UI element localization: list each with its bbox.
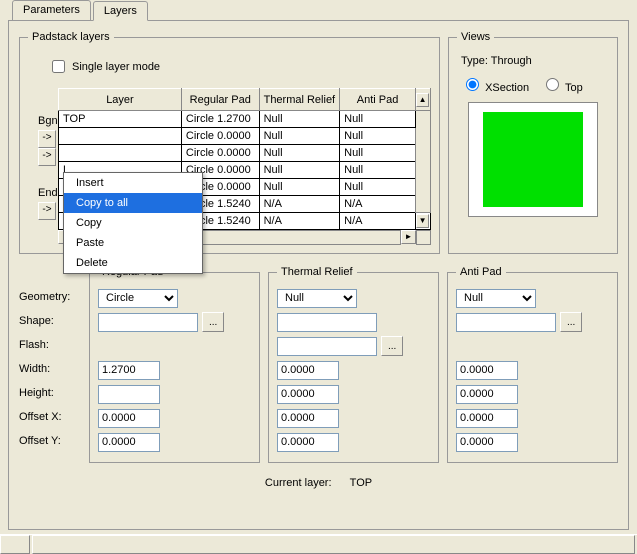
context-menu: Insert Copy to all Copy Paste Delete — [63, 172, 203, 274]
menu-paste[interactable]: Paste — [64, 233, 202, 253]
tab-layers[interactable]: Layers — [93, 1, 148, 21]
end-label: End — [38, 184, 58, 202]
vscroll-up[interactable]: ▲ — [416, 89, 431, 111]
type-value: Through — [491, 55, 532, 67]
col-header-anti[interactable]: Anti Pad — [340, 89, 416, 111]
statusbar — [0, 534, 637, 554]
regular-offy-input[interactable] — [98, 433, 160, 452]
padstack-layers-group: Padstack layers Single layer mode Bgn ->… — [19, 31, 440, 254]
table-row[interactable]: TOPCircle 1.2700NullNull — [59, 111, 431, 128]
xsection-radio[interactable] — [466, 78, 479, 91]
padstack-layers-legend: Padstack layers — [28, 31, 114, 43]
preview-box — [468, 102, 598, 217]
type-label: Type: — [461, 55, 488, 67]
layers-panel: Padstack layers Single layer mode Bgn ->… — [8, 20, 629, 530]
anti-geometry-select[interactable]: Null — [456, 289, 536, 308]
bgn-label: Bgn — [38, 112, 58, 130]
single-layer-mode-label: Single layer mode — [72, 61, 160, 73]
vscroll-track[interactable] — [416, 111, 431, 213]
thermal-relief-legend: Thermal Relief — [277, 266, 357, 278]
anti-shape-browse[interactable]: ... — [560, 312, 582, 332]
thermal-offy-input[interactable] — [277, 433, 339, 452]
menu-copy-to-all[interactable]: Copy to all — [64, 193, 202, 213]
vscroll-down[interactable]: ▼ — [416, 213, 431, 230]
views-legend: Views — [457, 31, 494, 43]
anti-pad-legend: Anti Pad — [456, 266, 506, 278]
col-header-regular[interactable]: Regular Pad — [181, 89, 259, 111]
anti-pad-group: Anti Pad Null ... — [447, 266, 618, 463]
top-radio[interactable] — [546, 78, 559, 91]
thermal-relief-group: Thermal Relief Null ... — [268, 266, 439, 463]
hscroll-right[interactable]: ► — [401, 230, 416, 244]
col-header-thermal[interactable]: Thermal Relief — [259, 89, 340, 111]
regular-shape-input[interactable] — [98, 313, 198, 332]
anti-shape-input[interactable] — [456, 313, 556, 332]
regular-offx-input[interactable] — [98, 409, 160, 428]
field-labels: Geometry: Shape: Flash: Width: Height: O… — [19, 266, 81, 463]
regular-height-input[interactable] — [98, 385, 160, 404]
regular-geometry-select[interactable]: Circle — [98, 289, 178, 308]
table-row[interactable]: Circle 0.0000NullNull — [59, 128, 431, 145]
menu-insert[interactable]: Insert — [64, 173, 202, 193]
thermal-offx-input[interactable] — [277, 409, 339, 428]
menu-delete[interactable]: Delete — [64, 253, 202, 273]
row-nav-button-2[interactable]: -> — [38, 148, 56, 166]
top-label: Top — [565, 82, 583, 94]
thermal-geometry-select[interactable]: Null — [277, 289, 357, 308]
xsection-label: XSection — [485, 82, 529, 94]
tab-parameters[interactable]: Parameters — [12, 0, 91, 20]
thermal-shape-input[interactable] — [277, 313, 377, 332]
thermal-width-input[interactable] — [277, 361, 339, 380]
regular-width-input[interactable] — [98, 361, 160, 380]
statusbar-cell — [0, 535, 30, 554]
row-nav-button-1[interactable]: -> — [38, 130, 56, 148]
regular-shape-browse[interactable]: ... — [202, 312, 224, 332]
views-group: Views Type: Through XSection Top — [448, 31, 618, 254]
col-header-layer[interactable]: Layer — [59, 89, 182, 111]
menu-copy[interactable]: Copy — [64, 213, 202, 233]
thermal-flash-browse[interactable]: ... — [381, 336, 403, 356]
scroll-corner — [416, 230, 431, 245]
single-layer-mode-checkbox[interactable] — [52, 60, 65, 73]
row-nav-button-3[interactable]: -> — [38, 202, 56, 220]
thermal-height-input[interactable] — [277, 385, 339, 404]
anti-height-input[interactable] — [456, 385, 518, 404]
regular-pad-group: Regular Pad Circle ... — [89, 266, 260, 463]
preview-shape — [483, 112, 583, 207]
thermal-flash-input[interactable] — [277, 337, 377, 356]
statusbar-cell — [32, 535, 635, 554]
anti-offx-input[interactable] — [456, 409, 518, 428]
table-row[interactable]: Circle 0.0000NullNull — [59, 145, 431, 162]
current-layer-label: Current layer: — [265, 477, 332, 489]
current-layer-value: TOP — [350, 477, 372, 489]
anti-offy-input[interactable] — [456, 433, 518, 452]
anti-width-input[interactable] — [456, 361, 518, 380]
